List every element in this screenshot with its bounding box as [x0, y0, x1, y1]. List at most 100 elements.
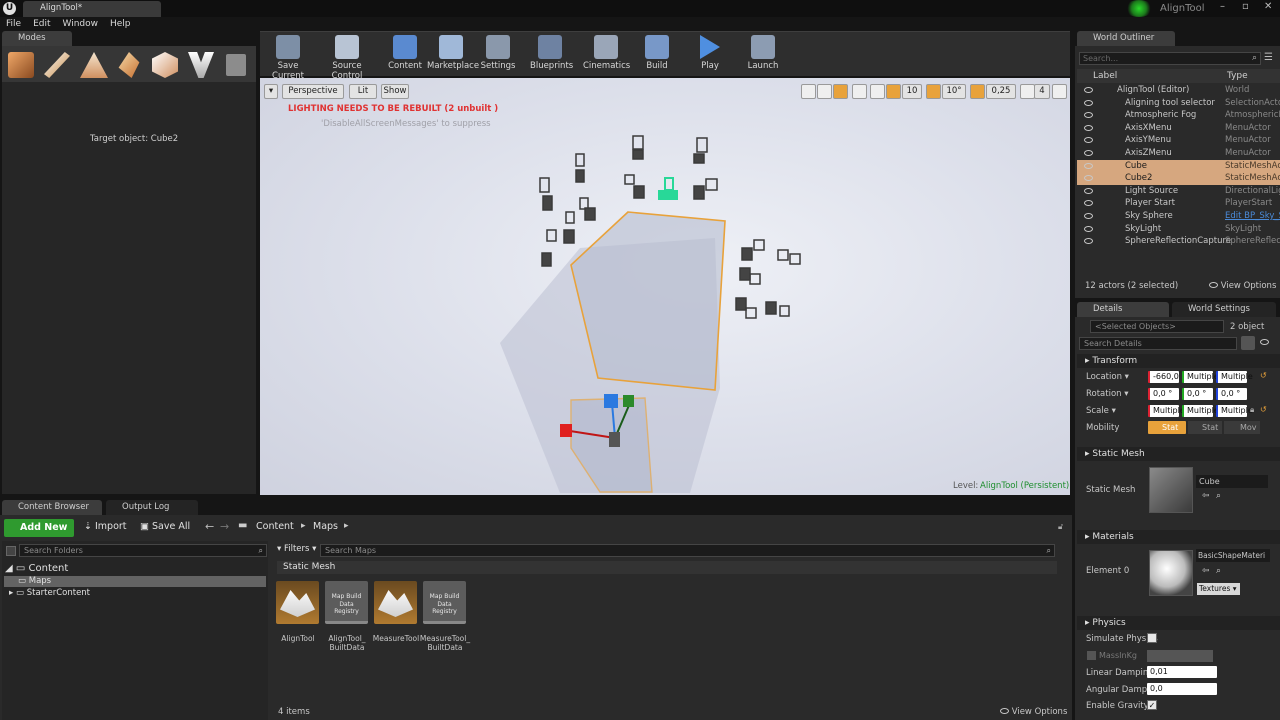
cinematics-button[interactable]: Cinematics	[583, 33, 630, 73]
mobility-movable-button[interactable]: Mov	[1224, 421, 1260, 434]
scale-z-field[interactable]: Multiple	[1216, 405, 1253, 417]
tab-details[interactable]: Details	[1077, 302, 1169, 317]
visibility-eye-icon[interactable]	[1084, 137, 1093, 144]
outliner-row[interactable]: AxisZMenu MenuActor	[1077, 147, 1280, 160]
scale-lock-icon[interactable]: 🔒︎	[1250, 405, 1254, 415]
collapse-tree-icon[interactable]	[6, 546, 16, 556]
tree-item-content[interactable]: ◢ ▭ Content	[5, 563, 68, 574]
linear-damping-field[interactable]: 0,01	[1147, 666, 1217, 678]
mobility-static-button[interactable]: Stat	[1148, 421, 1186, 434]
tab-world-settings[interactable]: World Settings	[1172, 302, 1276, 317]
column-label-header[interactable]: Label	[1093, 71, 1117, 81]
outliner-row[interactable]: Aligning tool selector SelectionActor	[1077, 97, 1280, 110]
visibility-eye-icon[interactable]	[1084, 175, 1093, 182]
world-space-icon[interactable]	[852, 84, 867, 99]
maximize-button[interactable]: ▫	[1242, 1, 1249, 12]
outliner-row[interactable]: Cube StaticMeshActor	[1077, 159, 1280, 173]
outliner-row[interactable]: Player Start PlayerStart	[1077, 197, 1280, 210]
viewport[interactable]	[260, 78, 1070, 495]
asset-tile[interactable]: Map Build Data Registry	[325, 581, 368, 624]
use-selected-icon[interactable]: ⇦	[1202, 491, 1210, 501]
paint-mode-icon[interactable]	[44, 52, 70, 78]
scale-snap-icon[interactable]	[970, 84, 985, 99]
menu-help[interactable]: Help	[104, 17, 137, 31]
show-button[interactable]: Show	[381, 84, 409, 99]
content-view-options[interactable]: View Options	[1000, 707, 1067, 717]
asset-tile[interactable]	[374, 581, 417, 624]
details-search-input[interactable]: Search Details	[1079, 337, 1237, 350]
more-modes-icon[interactable]	[226, 54, 246, 76]
path-content[interactable]: Content	[256, 521, 294, 532]
camera-speed-icon[interactable]	[1020, 84, 1035, 99]
enable-gravity-checkbox[interactable]: ✓	[1147, 700, 1157, 710]
save-current-button[interactable]: Save Current	[263, 33, 313, 81]
marketplace-button[interactable]: Marketplace	[427, 33, 479, 73]
outliner-search-input[interactable]: Search... ⌕	[1079, 52, 1261, 65]
outliner-row[interactable]: Light Source DirectionalLight	[1077, 185, 1280, 198]
source-control-button[interactable]: Source Control	[318, 33, 376, 81]
play-button[interactable]: Play	[692, 33, 728, 73]
selected-objects-field[interactable]: <Selected Objects>	[1090, 320, 1224, 333]
outliner-row[interactable]: SkyLight SkyLight	[1077, 223, 1280, 236]
camera-speed-value[interactable]: 4	[1034, 84, 1050, 99]
section-physics[interactable]: ▸ Physics	[1077, 616, 1280, 630]
material-dropdown[interactable]: BasicShapeMateri	[1196, 549, 1270, 562]
static-mesh-dropdown[interactable]: Cube	[1196, 475, 1268, 488]
outliner-row[interactable]: Atmospheric Fog AtmosphericFog	[1077, 109, 1280, 122]
minimize-button[interactable]: –	[1220, 1, 1225, 12]
material-thumbnail[interactable]	[1149, 550, 1193, 596]
lock-icon[interactable]: 🔓︎	[1058, 522, 1063, 532]
search-maps-input[interactable]: Search Maps ⌕	[320, 544, 1055, 557]
section-materials[interactable]: ▸ Materials	[1077, 530, 1280, 544]
rotation-z-field[interactable]: 0,0 °	[1216, 388, 1247, 400]
browse-icon[interactable]: ⌕	[1216, 491, 1221, 501]
path-more-icon[interactable]: ▸	[344, 521, 349, 531]
scale-x-field[interactable]: Multiple	[1148, 405, 1185, 417]
section-static-mesh[interactable]: ▸ Static Mesh	[1077, 447, 1280, 461]
landscape-mode-icon[interactable]	[80, 52, 108, 78]
rotation-snap-icon[interactable]	[926, 84, 941, 99]
outliner-view-options[interactable]: View Options	[1209, 281, 1276, 291]
search-folders-input[interactable]: Search Folders ⌕	[19, 544, 267, 557]
simulate-physics-checkbox[interactable]	[1147, 633, 1157, 643]
material-browse-icon[interactable]: ⌕	[1216, 566, 1221, 576]
visibility-eye-icon[interactable]	[1084, 213, 1093, 219]
property-matrix-icon[interactable]	[1241, 336, 1255, 350]
location-label[interactable]: Location ▾	[1086, 372, 1129, 382]
section-transform[interactable]: ▸ Transform	[1077, 354, 1280, 368]
surface-snap-icon[interactable]	[870, 84, 885, 99]
maximize-viewport-icon[interactable]	[1052, 84, 1067, 99]
grid-snap-icon[interactable]	[886, 84, 901, 99]
scale-tool-icon[interactable]	[833, 84, 848, 99]
outliner-row[interactable]: AlignTool (Editor) World	[1077, 84, 1280, 97]
visibility-eye-icon[interactable]	[1084, 200, 1093, 207]
details-eye-icon[interactable]	[1260, 338, 1274, 348]
import-button[interactable]: ⇣ Import	[84, 521, 127, 532]
outliner-settings-icon[interactable]: ☰	[1264, 52, 1276, 65]
rotation-label[interactable]: Rotation ▾	[1086, 389, 1129, 399]
menu-file[interactable]: File	[0, 17, 27, 31]
material-use-selected-icon[interactable]: ⇦	[1202, 566, 1210, 576]
content-button[interactable]: Content	[388, 33, 422, 73]
add-new-button[interactable]: Add New ▾	[4, 519, 74, 551]
rotation-snap-value[interactable]: 10°	[942, 84, 966, 99]
rotation-y-field[interactable]: 0,0 °	[1182, 388, 1213, 400]
scale-label[interactable]: Scale ▾	[1086, 406, 1116, 416]
foliage-mode-icon[interactable]	[118, 52, 140, 78]
blueprints-button[interactable]: Blueprints	[530, 33, 573, 73]
angular-damping-field[interactable]: 0,0	[1147, 683, 1217, 695]
tree-item-starter-content[interactable]: ▸ ▭ StarterContent	[9, 588, 90, 598]
geometry-mode-icon[interactable]	[152, 52, 178, 78]
visibility-eye-icon[interactable]	[1084, 150, 1093, 156]
tab-content-browser[interactable]: Content Browser	[2, 500, 102, 515]
outliner-row[interactable]: Sky Sphere Edit BP_Sky_Sphere	[1077, 210, 1280, 223]
back-arrow-icon[interactable]: ←	[205, 520, 214, 533]
tab-world-outliner[interactable]: World Outliner	[1077, 31, 1175, 46]
static-mesh-thumbnail[interactable]	[1149, 467, 1193, 513]
visibility-eye-icon[interactable]	[1084, 225, 1093, 232]
scale-snap-value[interactable]: 0,25	[986, 84, 1016, 99]
launch-button[interactable]: Launch	[745, 33, 781, 73]
scale-y-field[interactable]: Multiple	[1182, 405, 1219, 417]
place-mode-icon[interactable]	[8, 52, 34, 78]
visibility-eye-icon[interactable]	[1084, 162, 1093, 169]
